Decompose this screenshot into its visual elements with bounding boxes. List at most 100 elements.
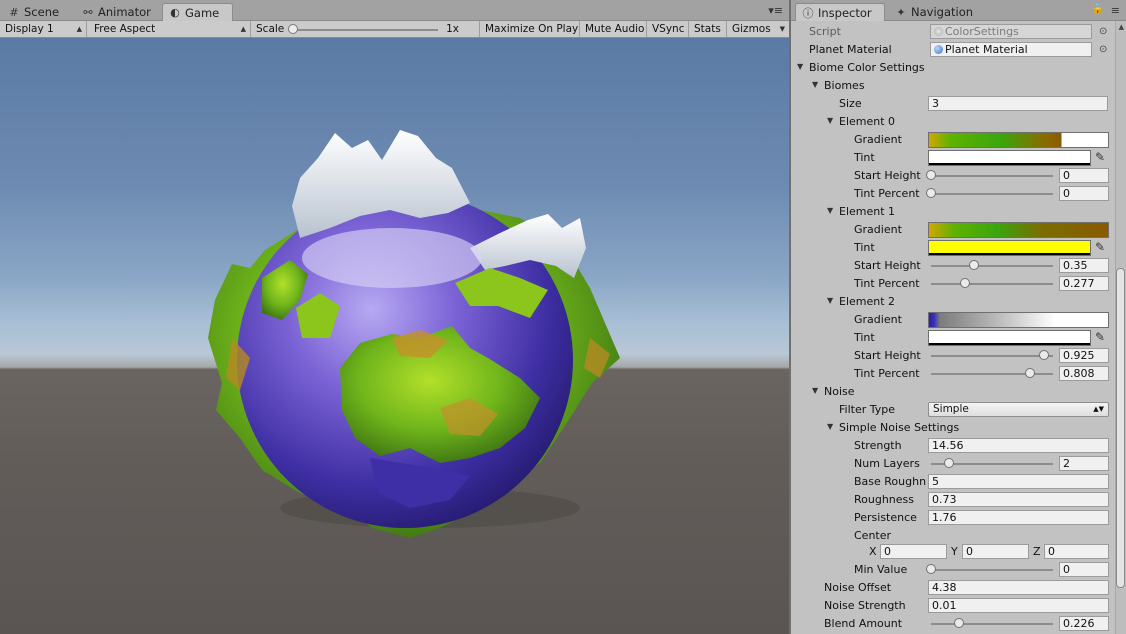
gizmos-dropdown[interactable]: Gizmos ▼ <box>727 21 789 37</box>
eyedropper-icon[interactable]: ✎ <box>1095 240 1105 254</box>
tab-inspector[interactable]: ⓘ Inspector <box>795 3 885 21</box>
element-0-gradient-field[interactable] <box>928 132 1109 148</box>
tint-percent-slider-track[interactable] <box>931 193 1053 195</box>
min-value-slider-track[interactable] <box>931 569 1053 571</box>
start-height-input[interactable]: 0 <box>1059 168 1109 183</box>
start-height-slider-track[interactable] <box>931 265 1053 267</box>
start-height-slider-track[interactable] <box>931 175 1053 177</box>
element-1-tint-row: Tint ✎ <box>791 239 1109 257</box>
tint-percent-slider-handle[interactable] <box>926 188 936 198</box>
eyedropper-icon[interactable]: ✎ <box>1095 150 1105 164</box>
center-x-input[interactable]: 0 <box>880 544 947 559</box>
element-2-gradient-row: Gradient <box>791 311 1109 329</box>
start-height-slider-handle[interactable] <box>926 170 936 180</box>
lock-icon[interactable]: 🔒 <box>1092 4 1104 15</box>
tint-percent-slider-handle[interactable] <box>1024 368 1035 378</box>
blend-amount-slider-handle[interactable] <box>953 618 964 628</box>
object-picker-icon[interactable]: ⊙ <box>1099 26 1107 37</box>
display-dropdown[interactable]: Display 1 ▲ <box>0 21 87 37</box>
dropdown-arrows-icon: ▲ <box>240 25 246 33</box>
blend-amount-slider-track[interactable] <box>931 623 1053 625</box>
dropdown-arrows-icon: ▲ <box>76 25 82 33</box>
filter-type-dropdown[interactable]: Simple ▲▼ <box>928 402 1109 417</box>
simple-noise-settings-foldout[interactable]: ▼ Simple Noise Settings <box>791 419 1109 437</box>
tab-scene-label: Scene <box>24 5 60 19</box>
size-input[interactable]: 3 <box>928 96 1108 111</box>
roughness-label: Roughness <box>854 493 915 506</box>
inspector-scrollbar-thumb[interactable] <box>1116 268 1125 588</box>
tab-navigation[interactable]: ✦ Navigation <box>889 3 979 21</box>
scale-slider-track[interactable] <box>295 29 438 31</box>
tab-options-menu-icon[interactable]: ≡ <box>1111 4 1120 17</box>
strength-label: Strength <box>854 439 902 452</box>
base-roughness-input[interactable]: 5 <box>928 474 1109 489</box>
element-0-tint-color-field[interactable] <box>928 150 1091 166</box>
blend-amount-input[interactable]: 0.226 <box>1059 616 1109 631</box>
tint-percent-input[interactable]: 0.277 <box>1059 276 1109 291</box>
tint-percent-input[interactable]: 0.808 <box>1059 366 1109 381</box>
element-1-tint-color-field[interactable] <box>928 240 1091 256</box>
start-height-input[interactable]: 0.925 <box>1059 348 1109 363</box>
biome-color-settings-foldout[interactable]: ▼ Biome Color Settings <box>791 59 1109 77</box>
gizmos-label: Gizmos <box>732 23 771 35</box>
element-1-gradient-field[interactable] <box>928 222 1109 238</box>
scale-slider-handle[interactable] <box>288 24 298 34</box>
roughness-input[interactable]: 0.73 <box>928 492 1109 507</box>
noise-foldout[interactable]: ▼ Noise <box>791 383 1109 401</box>
planet-material-field[interactable]: Planet Material <box>930 42 1092 57</box>
start-height-label: Start Height <box>854 169 921 182</box>
object-picker-icon[interactable]: ⊙ <box>1099 44 1107 55</box>
element-0-foldout[interactable]: ▼ Element 0 <box>791 113 1109 131</box>
center-y-input[interactable]: 0 <box>962 544 1029 559</box>
tab-game[interactable]: ◐ Game <box>162 3 233 21</box>
tab-scene[interactable]: # Scene <box>2 3 65 21</box>
noise-label: Noise <box>824 385 855 398</box>
element-2-tint-color-field[interactable] <box>928 330 1091 346</box>
noise-strength-input[interactable]: 0.01 <box>928 598 1109 613</box>
tint-percent-input[interactable]: 0 <box>1059 186 1109 201</box>
min-value-slider-handle[interactable] <box>926 564 936 574</box>
game-viewport[interactable] <box>0 38 789 634</box>
num-layers-input[interactable]: 2 <box>1059 456 1109 471</box>
vsync-toggle[interactable]: VSync <box>647 21 689 37</box>
info-icon: ⓘ <box>802 6 814 20</box>
scroll-up-arrow-icon[interactable]: ▲ <box>1119 23 1124 31</box>
stats-toggle[interactable]: Stats <box>689 21 727 37</box>
mute-audio-toggle[interactable]: Mute Audio <box>580 21 647 37</box>
element-2-gradient-field[interactable] <box>928 312 1109 328</box>
persistence-input[interactable]: 1.76 <box>928 510 1109 525</box>
strength-input[interactable]: 14.56 <box>928 438 1109 453</box>
maximize-on-play-toggle[interactable]: Maximize On Play <box>480 21 580 37</box>
inspector-panel: ⓘ Inspector ✦ Navigation 🔒 ≡ Script Colo… <box>789 0 1126 634</box>
biomes-foldout[interactable]: ▼ Biomes <box>791 77 1109 95</box>
tint-percent-slider-track[interactable] <box>931 373 1053 375</box>
filter-type-label: Filter Type <box>839 403 896 416</box>
noise-offset-input[interactable]: 4.38 <box>928 580 1109 595</box>
eyedropper-icon[interactable]: ✎ <box>1095 330 1105 344</box>
element-0-start-height-row: Start Height 0 <box>791 167 1109 185</box>
game-view-panel: # Scene ⚯ Animator ◐ Game ▾≡ Display 1 ▲… <box>0 0 789 634</box>
start-height-slider-track[interactable] <box>931 355 1053 357</box>
tint-percent-slider-handle[interactable] <box>959 278 970 288</box>
center-z-input[interactable]: 0 <box>1044 544 1109 559</box>
base-roughness-row: Base Roughn 5 <box>791 473 1109 491</box>
simple-noise-settings-label: Simple Noise Settings <box>839 421 960 434</box>
tab-options-menu-icon[interactable]: ▾≡ <box>768 4 783 17</box>
biome-color-settings-label: Biome Color Settings <box>809 61 925 74</box>
num-layers-slider-handle[interactable] <box>944 458 955 468</box>
tab-animator[interactable]: ⚯ Animator <box>76 3 157 21</box>
element-1-foldout[interactable]: ▼ Element 1 <box>791 203 1109 221</box>
tint-label: Tint <box>854 331 875 344</box>
min-value-input[interactable]: 0 <box>1059 562 1109 577</box>
start-height-slider-handle[interactable] <box>968 260 979 270</box>
element-2-foldout[interactable]: ▼ Element 2 <box>791 293 1109 311</box>
tint-percent-slider-track[interactable] <box>931 283 1053 285</box>
start-height-input[interactable]: 0.35 <box>1059 258 1109 273</box>
filter-type-value: Simple <box>933 403 969 415</box>
start-height-label: Start Height <box>854 349 921 362</box>
script-field[interactable]: ColorSettings <box>930 24 1092 39</box>
tab-animator-label: Animator <box>98 5 151 19</box>
noise-offset-label: Noise Offset <box>824 581 892 594</box>
aspect-dropdown[interactable]: Free Aspect ▲ <box>89 21 251 37</box>
start-height-slider-handle[interactable] <box>1038 350 1049 360</box>
